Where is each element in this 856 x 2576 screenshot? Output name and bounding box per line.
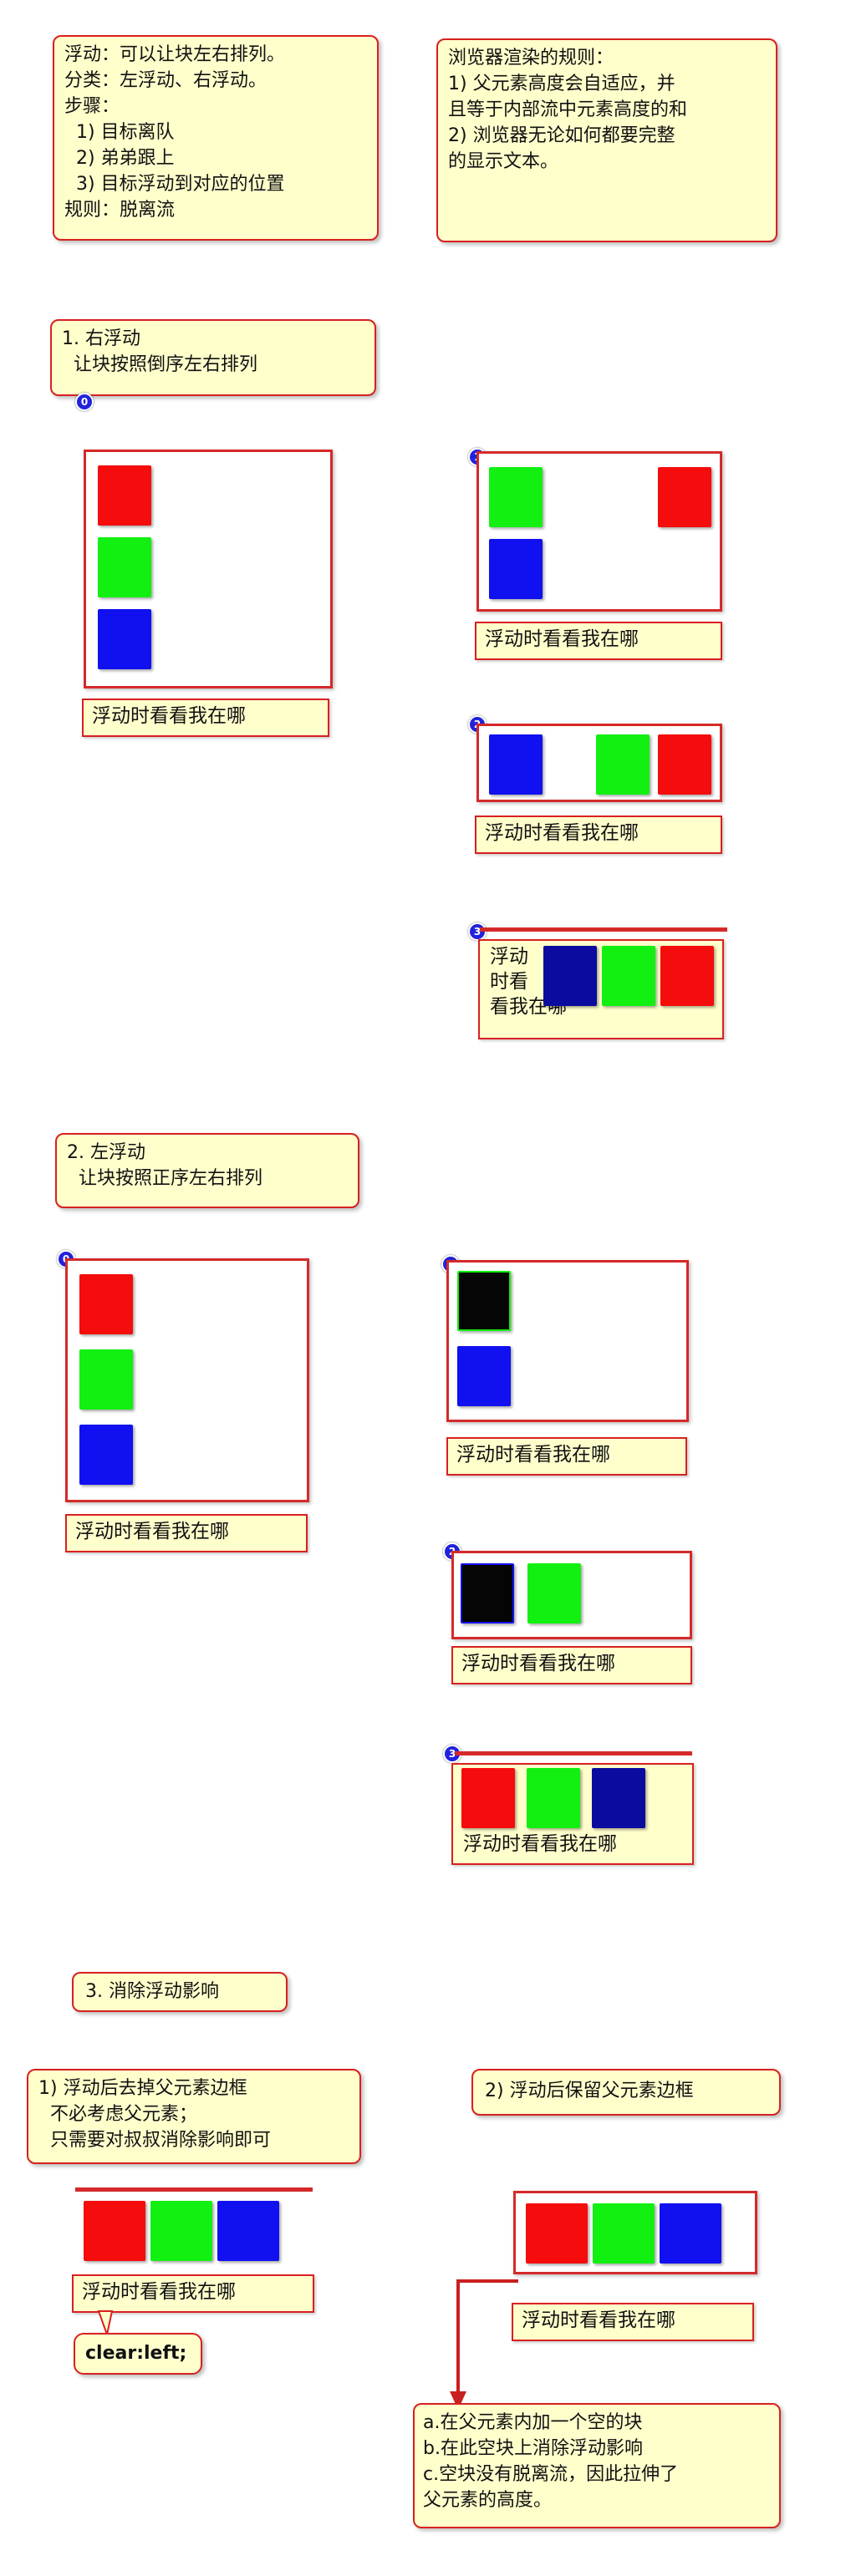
s3-bottom-note-line: b.在此空块上消除浮动影响 bbox=[423, 2438, 643, 2459]
s3-bottom-note-line: a.在父元素内加一个空的块 bbox=[423, 2412, 643, 2433]
connector-arrow bbox=[450, 2279, 518, 2410]
s3-bottom-note: a.在父元素内加一个空的块 b.在此空块上消除浮动影响 c.空块没有脱离流，因此… bbox=[413, 2403, 781, 2528]
s3-bottom-note-line: 父元素的高度。 bbox=[423, 2490, 553, 2511]
s3-bottom-note-line: c.空块没有脱离流，因此拉伸了 bbox=[423, 2464, 679, 2485]
